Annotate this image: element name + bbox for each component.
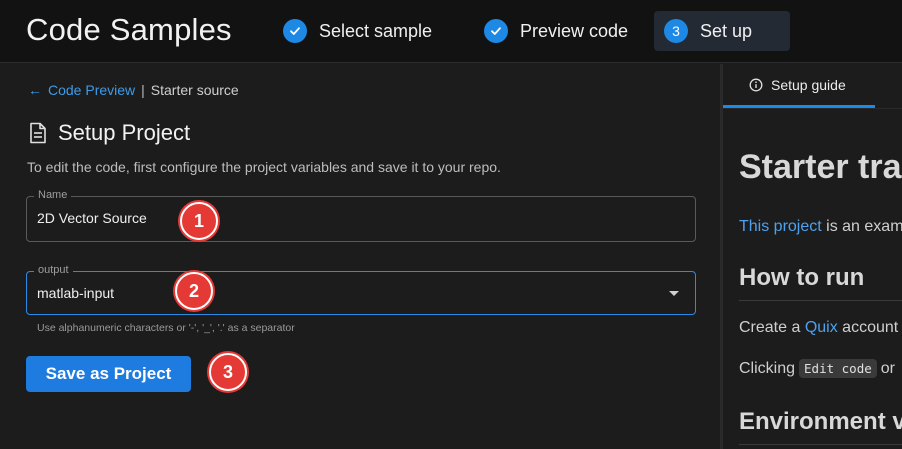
name-field-value: 2D Vector Source <box>37 210 147 226</box>
create-rest-text: account <box>837 319 899 336</box>
check-icon <box>283 19 307 43</box>
create-prefix-text: Create a <box>739 319 805 336</box>
check-icon <box>484 19 508 43</box>
document-icon <box>30 122 46 144</box>
guide-intro-text: is an example <box>826 218 902 235</box>
output-select[interactable]: output matlab-input <box>26 264 696 315</box>
step-number-badge: 3 <box>664 19 688 43</box>
name-field[interactable]: Name 2D Vector Source <box>26 189 696 242</box>
top-bar: Code Samples Select sample Preview code … <box>0 0 902 63</box>
this-project-link[interactable]: This project <box>739 218 822 235</box>
setup-panel: ← Code Preview | Starter source Setup Pr… <box>0 64 720 449</box>
step-label: Set up <box>700 20 753 41</box>
clicking-rest-text: or <box>880 359 895 377</box>
guide-title: Starter transformation <box>739 148 902 186</box>
step-label: Preview code <box>520 20 629 41</box>
environment-variables-heading: Environment variables <box>739 408 902 445</box>
callout-marker-3: 3 <box>209 353 247 391</box>
page-title: Setup Project <box>58 120 191 145</box>
name-field-label: Name <box>34 189 72 201</box>
breadcrumb-current: Starter source <box>150 82 239 98</box>
tab-divider <box>723 108 902 109</box>
guide-clicking: Clicking Edit code or <box>739 359 895 378</box>
step-set-up[interactable]: 3 Set up <box>654 11 790 51</box>
back-to-code-preview-link[interactable]: ← Code Preview <box>28 82 135 98</box>
tab-setup-guide[interactable]: Setup guide <box>723 64 875 108</box>
step-label: Select sample <box>319 20 433 41</box>
chevron-down-icon[interactable] <box>669 291 679 296</box>
clicking-prefix-text: Clicking <box>739 359 796 377</box>
app-title: Code Samples <box>26 12 232 47</box>
guide-create-account: Create a Quix account <box>739 319 898 337</box>
step-preview-code[interactable]: Preview code <box>474 11 638 51</box>
save-as-project-button[interactable]: Save as Project <box>26 356 191 392</box>
output-select-value: matlab-input <box>37 285 115 301</box>
output-field-label: output <box>34 264 73 276</box>
setup-description: To edit the code, first configure the pr… <box>27 159 501 175</box>
quix-link[interactable]: Quix <box>805 319 838 336</box>
callout-marker-1: 1 <box>180 202 218 240</box>
setup-guide-panel: Setup guide Starter transformation This … <box>723 64 902 449</box>
info-icon <box>749 78 763 91</box>
tab-label: Setup guide <box>771 76 846 93</box>
breadcrumb-separator: | <box>141 82 145 98</box>
how-to-run-heading: How to run <box>739 264 902 301</box>
breadcrumb-back-label: Code Preview <box>48 82 136 98</box>
edit-code-inline-code: Edit code <box>799 359 877 378</box>
section-heading: Setup Project <box>28 120 190 146</box>
arrow-left-icon: ← <box>28 82 42 98</box>
output-helper-text: Use alphanumeric characters or '-', '_',… <box>37 322 295 334</box>
callout-marker-2: 2 <box>175 272 213 310</box>
breadcrumb: ← Code Preview | Starter source <box>28 82 239 98</box>
step-select-sample[interactable]: Select sample <box>273 11 442 51</box>
guide-intro: This project is an example <box>739 218 902 236</box>
